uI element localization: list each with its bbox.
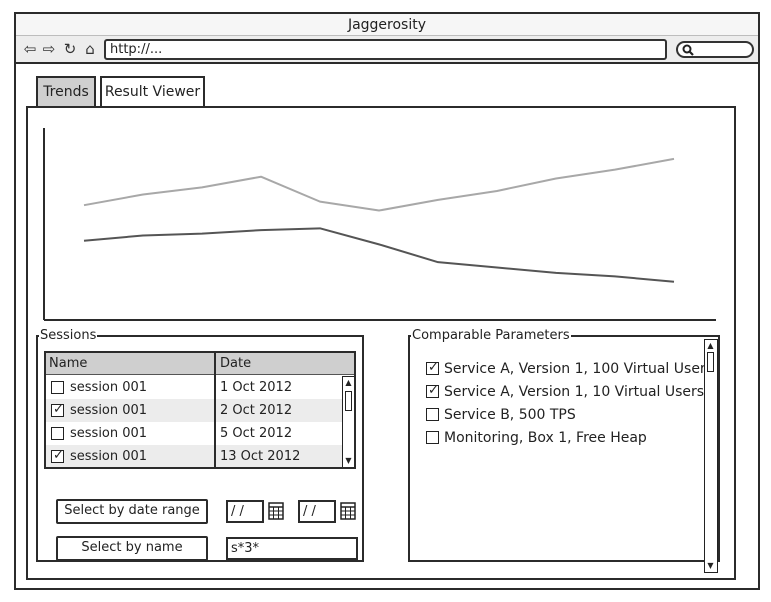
date-to-field[interactable]: / / xyxy=(298,500,336,523)
session-name: session 001 xyxy=(70,426,148,441)
table-row[interactable]: session 001 5 Oct 2012 xyxy=(46,422,342,445)
calendar-icon[interactable] xyxy=(268,502,284,520)
sessions-legend: Sessions xyxy=(40,328,97,343)
comparable-parameters-legend: Comparable Parameters xyxy=(412,328,570,343)
table-row[interactable]: ✓ session 001 2 Oct 2012 xyxy=(46,399,342,422)
reload-icon: ↻ xyxy=(63,40,77,58)
column-header-name: Name xyxy=(49,356,88,371)
window-title: Jaggerosity xyxy=(16,14,758,36)
sessions-group: Sessions Name Date session 001 1 Oct 201… xyxy=(36,328,364,562)
session-date: 5 Oct 2012 xyxy=(220,426,293,441)
calendar-icon[interactable] xyxy=(340,502,356,520)
home-button[interactable]: ⌂ xyxy=(81,40,99,58)
tab-trends[interactable]: Trends xyxy=(36,76,96,106)
parameter-checkbox[interactable] xyxy=(426,408,439,421)
browser-toolbar: ⇦ ⇨ ↻ ⌂ http://... xyxy=(16,36,758,64)
parameter-checkbox[interactable]: ✓ xyxy=(426,360,439,375)
table-row[interactable]: session 001 1 Oct 2012 xyxy=(46,376,342,399)
parameter-label: Service A, Version 1, 10 Virtual Users xyxy=(444,384,705,400)
table-header: Name Date xyxy=(46,353,354,375)
date-from-field[interactable]: / / xyxy=(226,500,264,523)
arrow-left-icon: ⇦ xyxy=(23,40,37,58)
sessions-table: Name Date session 001 1 Oct 2012 ✓ sessi… xyxy=(44,351,356,469)
session-date: 2 Oct 2012 xyxy=(220,403,293,418)
row-checkbox[interactable] xyxy=(51,381,64,394)
forward-button[interactable]: ⇨ xyxy=(40,40,58,58)
tab-result-viewer[interactable]: Result Viewer xyxy=(100,76,205,106)
column-header-date: Date xyxy=(220,356,252,371)
session-name: session 001 xyxy=(70,449,148,464)
parameter-checkbox[interactable] xyxy=(426,431,439,444)
select-by-date-range-button[interactable]: Select by date range xyxy=(56,499,208,524)
trends-panel: Sessions Name Date session 001 1 Oct 201… xyxy=(26,106,736,580)
search-icon xyxy=(682,44,694,56)
back-button[interactable]: ⇦ xyxy=(21,40,39,58)
comparable-parameters-group: Comparable Parameters ✓ Service A, Versi… xyxy=(408,328,720,573)
arrow-right-icon: ⇨ xyxy=(42,40,56,58)
scroll-down-icon[interactable]: ▼ xyxy=(344,457,353,465)
parameter-label: Service A, Version 1, 100 Virtual Users xyxy=(444,361,713,377)
column-divider xyxy=(214,353,216,467)
parameter-label: Service B, 500 TPS xyxy=(444,407,576,423)
table-row[interactable]: ✓ session 001 13 Oct 2012 xyxy=(46,445,342,467)
reload-button[interactable]: ↻ xyxy=(61,40,79,58)
row-checkbox[interactable] xyxy=(51,427,64,440)
scroll-thumb[interactable] xyxy=(345,391,352,411)
check-icon: ✓ xyxy=(428,360,439,375)
row-checkbox[interactable]: ✓ xyxy=(51,402,64,417)
series-line-2 xyxy=(83,227,675,283)
search-field[interactable] xyxy=(676,41,754,58)
name-filter-field[interactable]: s*3* xyxy=(226,537,358,560)
session-name: session 001 xyxy=(70,380,148,395)
parameter-checkbox[interactable]: ✓ xyxy=(426,383,439,398)
check-icon: ✓ xyxy=(428,383,439,398)
session-date: 13 Oct 2012 xyxy=(220,449,301,464)
session-date: 1 Oct 2012 xyxy=(220,380,293,395)
scroll-up-icon[interactable]: ▲ xyxy=(706,342,715,350)
browser-window: Jaggerosity ⇦ ⇨ ↻ ⌂ http://... Trends Re… xyxy=(14,12,760,590)
scroll-down-icon[interactable]: ▼ xyxy=(706,562,715,570)
trend-chart xyxy=(42,126,718,322)
parameter-label: Monitoring, Box 1, Free Heap xyxy=(444,430,647,446)
address-bar[interactable]: http://... xyxy=(104,39,667,60)
sessions-scrollbar[interactable]: ▲ ▼ xyxy=(342,376,354,467)
tab-result-viewer-label: Result Viewer xyxy=(104,84,201,100)
trend-chart-svg xyxy=(43,128,716,321)
home-icon: ⌂ xyxy=(85,40,95,58)
scroll-thumb[interactable] xyxy=(707,352,714,372)
check-icon: ✓ xyxy=(53,402,64,417)
tab-trends-label: Trends xyxy=(43,84,89,100)
row-checkbox[interactable]: ✓ xyxy=(51,448,64,463)
parameters-scrollbar[interactable]: ▲ ▼ xyxy=(704,339,718,573)
check-icon: ✓ xyxy=(53,448,64,463)
scroll-up-icon[interactable]: ▲ xyxy=(344,379,353,387)
select-by-name-button[interactable]: Select by name xyxy=(56,536,208,561)
session-name: session 001 xyxy=(70,403,148,418)
series-line-1 xyxy=(83,157,675,212)
